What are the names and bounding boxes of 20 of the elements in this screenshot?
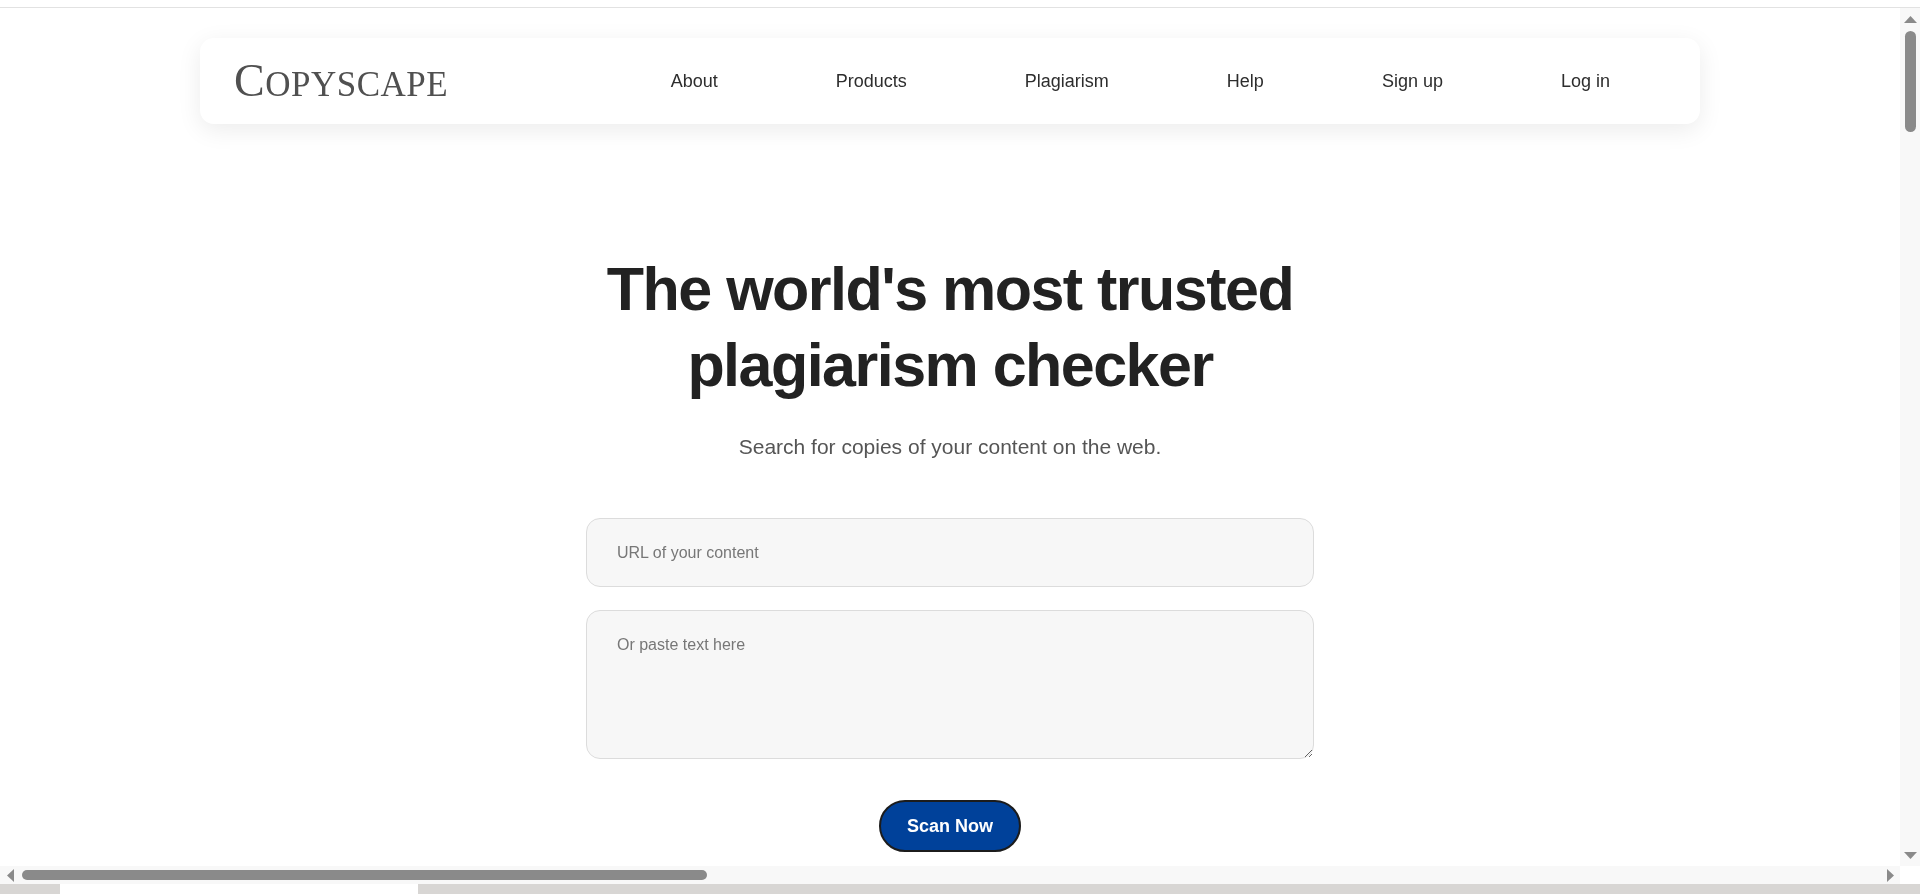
nav-link[interactable]: Help (1226, 67, 1264, 95)
scroll-up-arrow-icon[interactable] (1903, 16, 1917, 23)
scrollbar-thumb[interactable] (22, 870, 707, 880)
url-input-field[interactable]: URL of your content (586, 518, 1314, 587)
text-input-field[interactable]: Or paste text here (586, 610, 1314, 759)
nav-link[interactable]: Log in (1560, 67, 1610, 95)
horizontal-scrollbar[interactable] (0, 866, 1900, 884)
scroll-right-arrow-icon[interactable] (1887, 868, 1894, 882)
scroll-down-arrow-icon[interactable] (1903, 852, 1917, 859)
nav-link[interactable]: Products (835, 67, 907, 95)
scrollbar-thumb[interactable] (1904, 31, 1916, 132)
nav-link[interactable]: Plagiarism (1024, 67, 1109, 95)
hero-title: The world's most trusted plagiarism checker (605, 254, 1295, 401)
nav-link[interactable]: About (670, 67, 718, 95)
copyscape-logo[interactable]: COPYSCAPE (234, 58, 449, 104)
scan-now-button[interactable]: Scan Now (879, 800, 1021, 852)
vertical-scrollbar[interactable] (1900, 8, 1920, 866)
nav-link[interactable]: Sign up (1381, 67, 1443, 95)
hero-subtitle: Search for copies of your content on the web. (738, 434, 1162, 460)
scroll-left-arrow-icon[interactable] (7, 868, 14, 882)
